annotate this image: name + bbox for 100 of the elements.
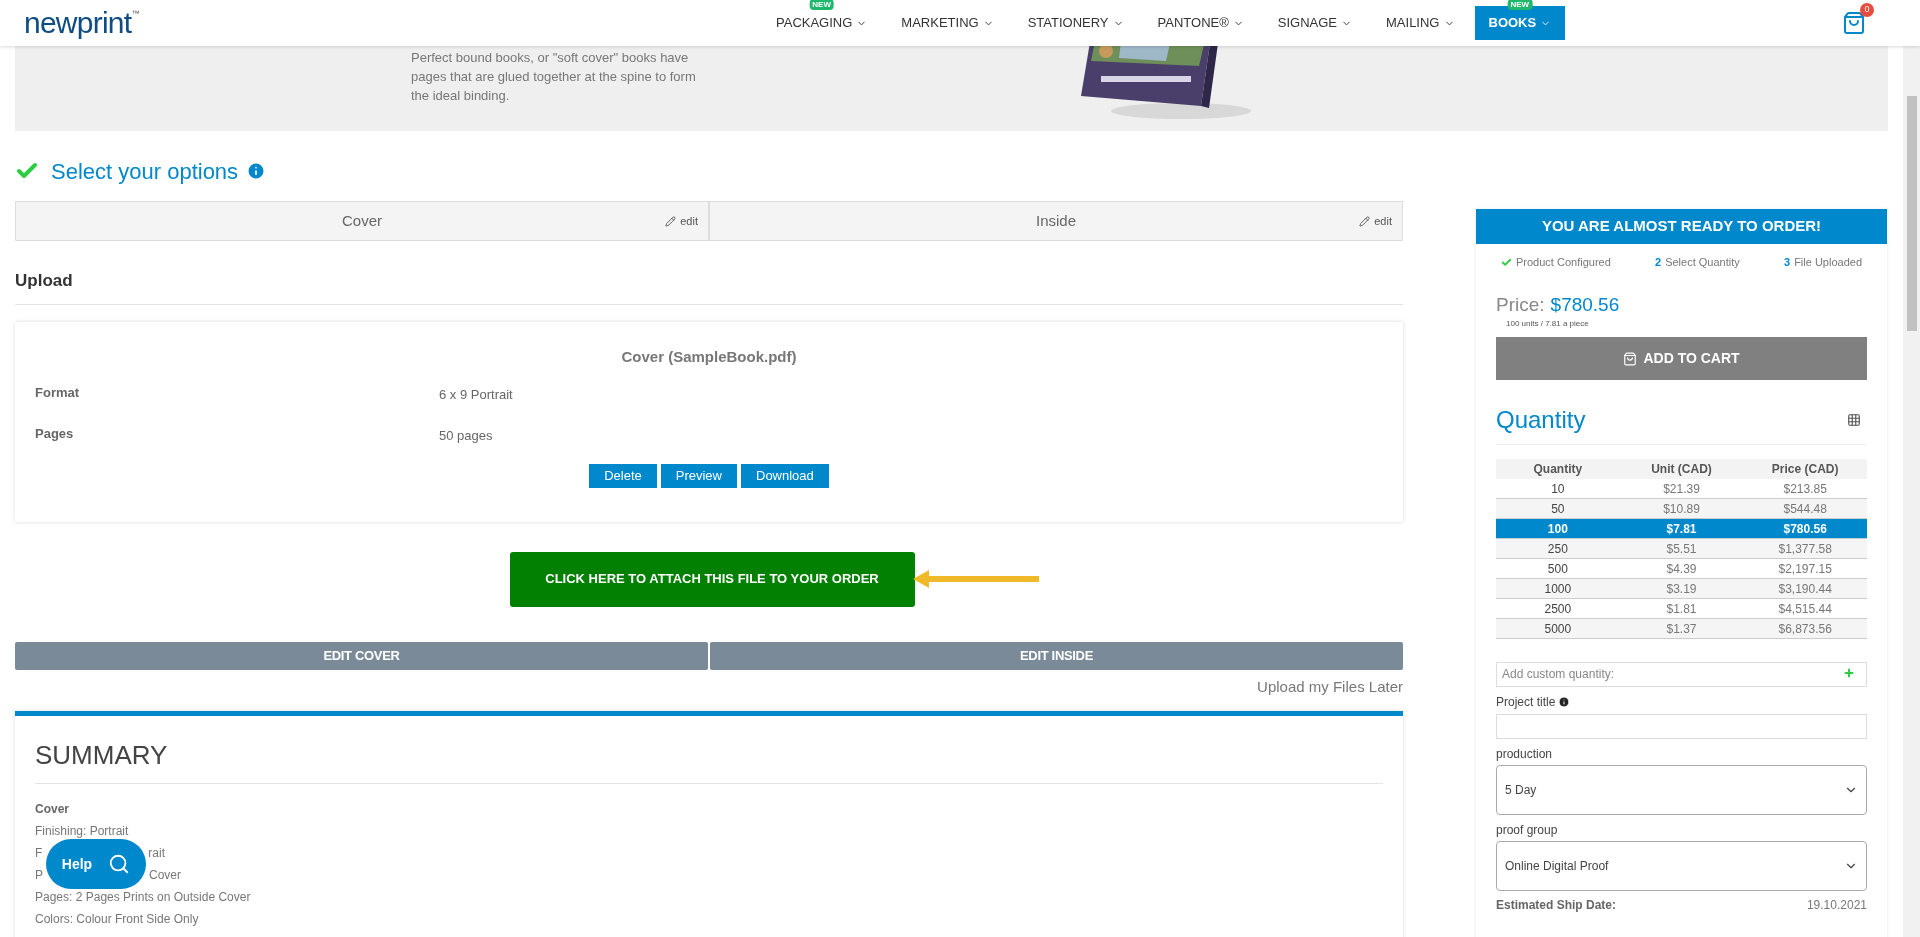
nav-item[interactable]: PANTONE® [1143, 6, 1258, 40]
table-cell-text: $6,873.56 [1777, 620, 1833, 638]
bag-icon [1623, 351, 1638, 366]
property-label: Format [35, 384, 81, 402]
price-label: Price: [1496, 292, 1545, 317]
step-number: 2 [1655, 255, 1662, 270]
pencil-icon [1359, 215, 1371, 227]
tab-label: Cover [342, 210, 382, 231]
property-value: 6 x 9 Portrait [439, 386, 513, 404]
table-cell-text: 2500 [1543, 600, 1573, 618]
table-cell-text: $1,377.58 [1777, 540, 1833, 558]
summary-heading: Cover [35, 801, 70, 818]
column-header: Price (CAD) [1770, 461, 1840, 478]
plus-icon[interactable] [1843, 667, 1855, 679]
add-to-cart-button[interactable]: ADD TO CART [1496, 337, 1867, 380]
table-cell-text: 10 [1550, 480, 1566, 498]
nav-item[interactable]: MARKETING [887, 6, 1008, 40]
summary-title: SUMMARY [35, 736, 1383, 784]
file-action-button[interactable]: Download [741, 464, 829, 488]
select-value: 5 Day [1505, 781, 1537, 799]
attach-file-button[interactable]: CLICK HERE TO ATTACH THIS FILE TO YOUR ORDER [509, 551, 915, 607]
option-tab[interactable]: Cover edit [15, 201, 709, 241]
quantity-row[interactable]: 250 $5.51 $1,377.58 [1496, 539, 1867, 559]
table-cell-text: $3.19 [1665, 580, 1698, 598]
property-label: Pages [35, 425, 75, 443]
table-cell-text: 100 [1546, 520, 1569, 538]
section-title: Select your options [51, 157, 239, 186]
table-cell-text: $2,197.15 [1777, 560, 1833, 578]
nav-item[interactable]: SIGNAGE [1263, 6, 1367, 40]
banner-text: Perfect bound books, or "soft cover" books have pages that are glued together at the spine to form the ideal binding. [411, 49, 697, 105]
price-value: $780.56 [1550, 292, 1620, 317]
quantity-title: Quantity [1496, 405, 1586, 435]
table-cell-text: 500 [1546, 560, 1569, 578]
table-cell-text: $1.37 [1665, 620, 1698, 638]
edit-section-button[interactable]: EDIT COVER [15, 641, 708, 670]
project-title-field[interactable] [1496, 713, 1867, 739]
summary-line: F [35, 845, 43, 862]
step-number: 3 [1784, 255, 1791, 270]
field-label: proof group [1496, 821, 1559, 839]
cart-button[interactable] [1842, 11, 1866, 35]
custom-quantity-field[interactable]: Add custom quantity: [1496, 661, 1867, 687]
arrow-icon [912, 569, 1039, 589]
table-cell-text: $10.89 [1662, 500, 1701, 518]
quantity-row[interactable]: 50 $10.89 $544.48 [1496, 499, 1867, 519]
summary-line: Finishing: Portrait [35, 823, 129, 840]
trademark: ™ [131, 8, 140, 18]
scrollbar[interactable] [1903, 46, 1920, 937]
nav-item[interactable]: MAILING [1372, 6, 1469, 40]
file-title: Cover (SampleBook.pdf) [620, 346, 798, 367]
tab-label: Inside [1036, 210, 1076, 231]
quantity-row[interactable]: 1000 $3.19 $3,190.44 [1496, 579, 1867, 599]
new-badge: NEW [809, 0, 834, 10]
ship-date-label: Estimated Ship Date: [1496, 896, 1617, 914]
table-cell-text: $7.81 [1665, 520, 1698, 538]
table-cell-text: 250 [1546, 540, 1569, 558]
nav-item[interactable]: BOOKS [1474, 6, 1566, 40]
column-header: Quantity [1532, 461, 1584, 478]
option-tab[interactable]: Inside edit [709, 201, 1403, 241]
column-header: Unit (CAD) [1650, 461, 1713, 478]
table-cell-text: $213.85 [1782, 480, 1828, 498]
edit-section-button[interactable]: EDIT INSIDE [710, 641, 1403, 670]
table-cell-text: $4,515.44 [1777, 600, 1833, 618]
order-panel-header: YOU ARE ALMOST READY TO ORDER! [1476, 209, 1887, 244]
file-action-button[interactable]: Delete [589, 464, 657, 488]
step-label: File Uploaded [1794, 255, 1862, 270]
table-cell-text: $21.39 [1662, 480, 1701, 498]
table-cell-text: $3,190.44 [1777, 580, 1833, 598]
info-icon[interactable] [1558, 695, 1571, 708]
nav-item[interactable]: STATIONERY [1013, 6, 1138, 40]
new-badge: NEW [1507, 0, 1533, 10]
logo[interactable]: newprint [24, 8, 132, 38]
cart-count-badge: 0 [1860, 3, 1874, 17]
step-label: Product Configured [1516, 255, 1611, 270]
table-cell-text: $5.51 [1665, 540, 1698, 558]
select-field[interactable]: 5 Day [1496, 764, 1867, 815]
property-value: 50 pages [439, 427, 493, 445]
table-cell-text: $544.48 [1782, 500, 1828, 518]
quantity-row[interactable]: 100 $7.81 $780.56 [1496, 519, 1867, 539]
table-cell-text: 1000 [1543, 580, 1573, 598]
summary-line: Colors: Colour Front Side Only [35, 911, 199, 928]
quantity-row[interactable]: 5000 $1.37 $6,873.56 [1496, 619, 1867, 639]
table-cell-text: $780.56 [1782, 520, 1828, 538]
select-field[interactable]: Online Digital Proof [1496, 840, 1867, 891]
edit-link[interactable]: edit [1359, 212, 1392, 230]
table-cell-text: $4.39 [1665, 560, 1698, 578]
summary-line: P [35, 867, 43, 884]
table-cell-text: 50 [1550, 500, 1566, 518]
summary-line: rait [148, 845, 165, 862]
upload-later-link[interactable]: Upload my Files Later [1257, 675, 1403, 698]
price-note: 100 units / 7.81 a piece [1506, 319, 1590, 329]
table-cell-text: $1.81 [1665, 600, 1698, 618]
edit-link[interactable]: edit [665, 212, 698, 230]
select-value: Online Digital Proof [1505, 857, 1609, 875]
summary-line: Cover [149, 867, 182, 884]
search-icon [108, 853, 131, 875]
file-action-button[interactable]: Preview [660, 464, 737, 488]
ship-date-value: 19.10.2021 [1806, 896, 1867, 914]
help-button[interactable]: Help [46, 839, 146, 889]
grid-icon[interactable] [1847, 413, 1861, 427]
bag-icon [1842, 11, 1866, 35]
